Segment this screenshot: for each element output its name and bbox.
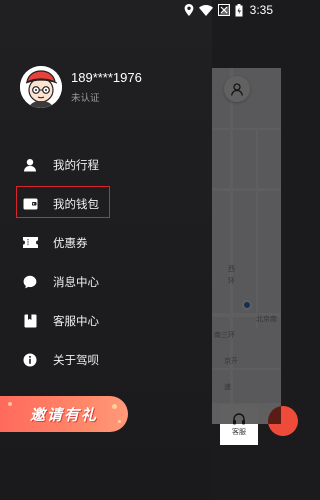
user-center-button[interactable] bbox=[224, 76, 250, 102]
menu-item-my-wallet[interactable]: 我的钱包 bbox=[0, 184, 212, 223]
verify-status[interactable]: 未认证 bbox=[71, 90, 142, 104]
menu-item-label: 关于驾呗 bbox=[53, 352, 99, 367]
wifi-icon bbox=[198, 4, 213, 16]
map-view[interactable]: 西 环 北京南 南三环 京开 速 bbox=[212, 68, 281, 424]
menu-item-coupons[interactable]: 优惠券 bbox=[0, 223, 212, 262]
map-label: 京开 bbox=[224, 357, 238, 365]
bookmark-icon bbox=[22, 313, 38, 329]
user-icon bbox=[231, 82, 243, 96]
status-time: 3:35 bbox=[249, 3, 273, 17]
map-road bbox=[212, 128, 281, 130]
headset-icon bbox=[233, 413, 245, 425]
confetti-decoration bbox=[118, 420, 121, 423]
highlight-annotation-box bbox=[16, 186, 110, 218]
map-road bbox=[212, 188, 281, 191]
phone-number: 189****1976 bbox=[71, 70, 142, 85]
map-label: 环 bbox=[228, 277, 235, 285]
confetti-decoration bbox=[8, 402, 12, 406]
ticket-icon bbox=[22, 235, 38, 251]
person-icon bbox=[22, 157, 38, 173]
avatar[interactable] bbox=[20, 66, 62, 108]
menu-item-label: 客服中心 bbox=[53, 313, 99, 328]
info-icon bbox=[22, 352, 38, 368]
map-label: 速 bbox=[224, 383, 231, 391]
invite-banner[interactable]: 邀请有礼 bbox=[0, 396, 128, 432]
drawer-menu: 我的行程 我的钱包 优惠券 消息中心 客服中心 关于驾呗 bbox=[0, 145, 212, 379]
location-icon bbox=[184, 4, 194, 16]
menu-item-about[interactable]: 关于驾呗 bbox=[0, 340, 212, 379]
service-button[interactable]: 客服 bbox=[220, 405, 258, 445]
map-road bbox=[256, 128, 258, 328]
avatar-cartoon-icon bbox=[20, 66, 62, 108]
menu-item-customer-service[interactable]: 客服中心 bbox=[0, 301, 212, 340]
map-label: 南三环 bbox=[214, 331, 235, 339]
map-road bbox=[212, 368, 281, 370]
chat-bubble-icon bbox=[22, 274, 38, 290]
map-label: 西 bbox=[228, 265, 235, 273]
battery-icon bbox=[235, 3, 243, 17]
signal-icon bbox=[217, 4, 230, 16]
side-drawer: 189****1976 未认证 我的行程 我的钱包 优惠券 消息中心 客服中心 … bbox=[0, 0, 212, 500]
menu-item-label: 优惠券 bbox=[53, 235, 88, 250]
invite-banner-label: 邀请有礼 bbox=[29, 405, 98, 424]
station-marker bbox=[242, 300, 252, 310]
status-bar: 3:35 bbox=[0, 0, 281, 20]
call-car-fab[interactable] bbox=[268, 406, 298, 436]
confetti-decoration bbox=[112, 404, 117, 409]
map-label: 北京南 bbox=[256, 315, 277, 323]
menu-item-messages[interactable]: 消息中心 bbox=[0, 262, 212, 301]
menu-item-label: 我的行程 bbox=[53, 157, 99, 172]
map-road bbox=[230, 68, 233, 424]
menu-item-my-trips[interactable]: 我的行程 bbox=[0, 145, 212, 184]
menu-item-label: 消息中心 bbox=[53, 274, 99, 289]
profile-header[interactable]: 189****1976 未认证 bbox=[20, 66, 142, 108]
service-label: 客服 bbox=[232, 428, 246, 436]
